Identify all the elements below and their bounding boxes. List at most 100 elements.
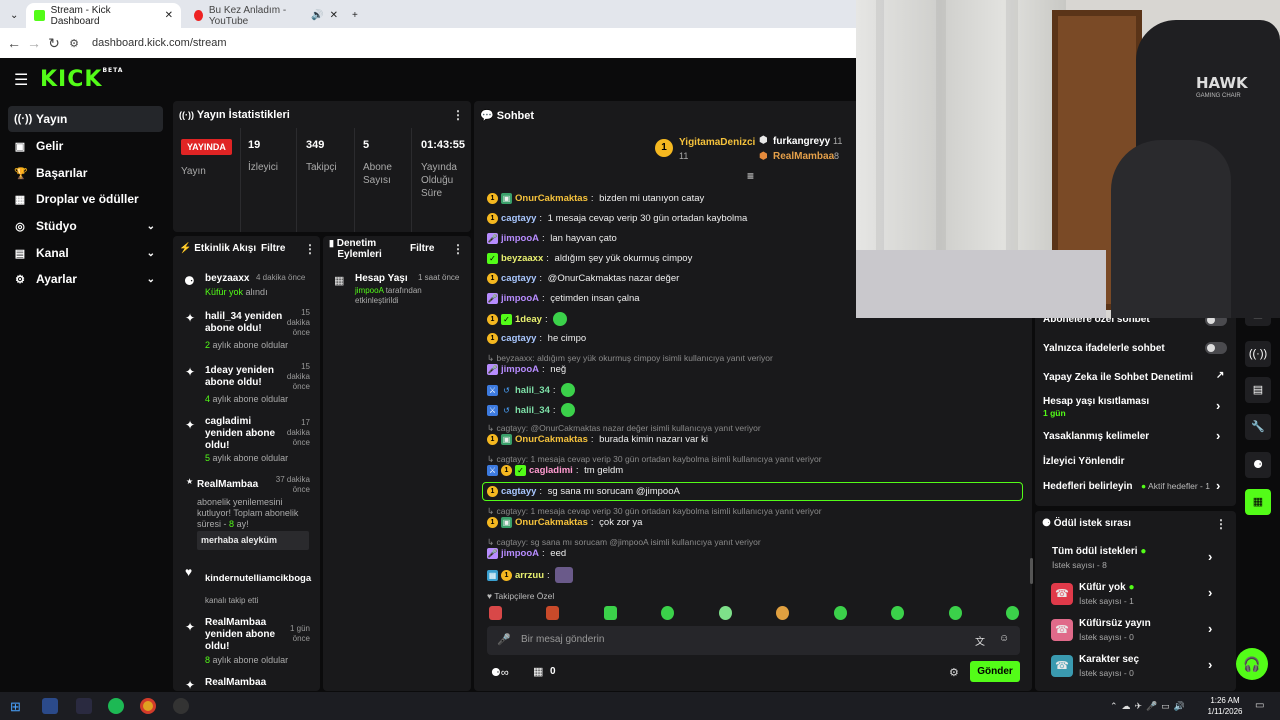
mic-icon: 🎤	[497, 634, 511, 646]
reward-phone-icon: ☎	[1051, 655, 1073, 677]
bolt-icon: ⚡	[179, 243, 192, 254]
reward-kufur-yok[interactable]: Küfür yok ●	[1079, 582, 1135, 593]
emote-icon[interactable]	[546, 606, 560, 620]
calendar-icon: ▦	[334, 275, 345, 287]
chevron-right-icon[interactable]: ›	[1208, 585, 1212, 600]
chevron-right-icon[interactable]: ›	[1216, 428, 1220, 443]
chevron-right-icon[interactable]: ›	[1216, 478, 1220, 493]
points-icon[interactable]: ⚈∞	[491, 666, 509, 679]
viewers-label: İzleyici	[248, 162, 279, 173]
tab-youtube[interactable]: Bu Kez Anladım - YouTube 🔊 ✕	[186, 3, 346, 28]
site-info-icon[interactable]: ⚙	[64, 37, 84, 50]
kick-logo[interactable]: KICKBETA	[40, 67, 123, 92]
sidebar-item-kanal[interactable]: ▤ Kanal ⌄	[8, 240, 163, 266]
channel-icon: ▤	[14, 247, 26, 260]
emote-icon[interactable]	[1005, 606, 1019, 620]
stats-menu-icon[interactable]: ⋮	[452, 108, 464, 122]
top-gifter-2-count: 11	[833, 136, 843, 146]
forward-icon[interactable]: →	[24, 35, 44, 51]
sparkle-icon: ✦	[185, 365, 196, 379]
sidebar-item-yayin[interactable]: ((·)) Yayın	[8, 106, 163, 132]
emote-icon[interactable]	[948, 606, 962, 620]
chevron-right-icon[interactable]: ›	[1216, 398, 1220, 413]
moderation-menu-icon[interactable]: ⋮	[452, 242, 464, 256]
wrench-icon[interactable]: 🔧	[1245, 414, 1271, 440]
gift-icon[interactable]: ⚈	[1245, 452, 1271, 478]
url-field[interactable]: dashboard.kick.com/stream	[92, 37, 227, 49]
reply-context: ↳ cagtayy: 1 mesaja cevap verip 30 gün o…	[487, 506, 822, 516]
emote-icon[interactable]	[833, 606, 847, 620]
all-rewards-count: İstek sayısı - 8	[1052, 560, 1107, 570]
close-tab-icon[interactable]: ✕	[330, 10, 338, 21]
banned-words-label[interactable]: Yasaklanmış kelimeler	[1043, 431, 1149, 442]
sidebar-item-ayarlar[interactable]: ⚙ Ayarlar ⌄	[8, 266, 163, 292]
activity-title: ⚡ Etkinlik Akışı	[179, 243, 257, 254]
app-icon[interactable]	[76, 698, 92, 714]
external-link-icon[interactable]: ↗	[1216, 370, 1224, 381]
chevron-right-icon[interactable]: ›	[1208, 549, 1212, 564]
spotify-icon[interactable]	[108, 698, 124, 714]
activity-menu-icon[interactable]: ⋮	[304, 242, 316, 256]
close-tab-icon[interactable]: ✕	[165, 10, 173, 21]
notification-icon[interactable]: ▭	[1255, 700, 1264, 711]
app-icon[interactable]	[42, 698, 58, 714]
back-icon[interactable]: ←	[4, 35, 24, 51]
expand-pinned-icon[interactable]: ≡	[747, 169, 754, 183]
chrome-icon[interactable]	[140, 698, 156, 714]
tab-kick-dashboard[interactable]: Stream - Kick Dashboard ✕	[26, 3, 181, 28]
account-age-label[interactable]: Hesap yaşı kısıtlaması	[1043, 396, 1149, 407]
reward-karakter-sec[interactable]: Karakter seç	[1079, 654, 1139, 665]
ai-moderation-label[interactable]: Yapay Zeka ile Sohbet Denetimi	[1043, 372, 1193, 383]
windows-start-icon[interactable]: ⊞	[10, 699, 21, 715]
emote-icon[interactable]	[776, 606, 790, 620]
sparkle-icon: ✦	[185, 678, 196, 692]
sparkle-icon: ✦	[185, 418, 196, 432]
chat-scrollbar[interactable]	[1030, 558, 1033, 584]
sidebar-item-droplar[interactable]: ▦ Droplar ve ödüller	[8, 186, 163, 212]
reward-menu-icon[interactable]: ⋮	[1215, 517, 1227, 531]
translate-icon[interactable]: 文	[975, 633, 985, 648]
emote-icon[interactable]	[603, 606, 617, 620]
chevron-right-icon[interactable]: ›	[1208, 621, 1212, 636]
activity-filter-button[interactable]: Filtre	[261, 243, 285, 254]
gift-icon: ⚈	[1042, 518, 1051, 529]
moderation-filter-button[interactable]: Filtre	[410, 243, 434, 254]
support-headset-icon[interactable]: 🎧	[1236, 648, 1268, 680]
sidebar-item-basarilar[interactable]: 🏆 Başarılar	[8, 160, 163, 186]
emote-bar	[489, 606, 1019, 620]
new-tab-button[interactable]: +	[344, 3, 366, 28]
obs-icon[interactable]	[173, 698, 189, 714]
emote-icon[interactable]	[489, 606, 502, 620]
reload-icon[interactable]: ↻	[44, 35, 64, 52]
layout-icon[interactable]: ▤	[1245, 377, 1271, 403]
emote-icon[interactable]	[891, 606, 905, 620]
broadcast-icon[interactable]: ((·))	[1245, 341, 1271, 367]
tab-list-button[interactable]: ⌄	[2, 3, 22, 28]
chat-message: 🎤 jimpooA: çetimden insan çalna	[487, 293, 640, 304]
sidebar-item-gelir[interactable]: ▣ Gelir	[8, 133, 163, 159]
top-gifter-3-count: 8	[834, 151, 840, 161]
sidebar-item-studyo[interactable]: ◎ Stüdyo ⌄	[8, 213, 163, 239]
activity-message: merhaba aleyküm	[197, 531, 309, 550]
emote-icon[interactable]	[718, 606, 732, 620]
reward-kufursuz-yayin[interactable]: Küfürsüz yayın	[1079, 618, 1151, 629]
clapper-icon[interactable]: ▦	[1245, 489, 1271, 515]
goals-label[interactable]: Hedefleri belirleyin	[1043, 481, 1132, 492]
chevron-right-icon[interactable]: ›	[1208, 657, 1212, 672]
send-button[interactable]: Gönder	[970, 661, 1020, 682]
emotes-only-toggle[interactable]	[1205, 342, 1227, 354]
system-tray-icons[interactable]: ⌃☁✈🎤▭🔊	[1110, 701, 1189, 712]
clock[interactable]: 1:26 AM 1/11/2026	[1205, 695, 1245, 717]
chat-message: 1 ▣ OnurCakmaktas: burada kimin nazarı var…	[487, 434, 708, 445]
chat-input[interactable]: Bir mesaj gönderin	[521, 634, 604, 645]
emoji-picker-icon[interactable]: ☺	[999, 633, 1009, 644]
chat-settings-icon[interactable]: ⚙	[949, 666, 959, 679]
emote-bar-label: ♥ Takipçilere Özel	[487, 591, 555, 601]
reward-phone-icon: ☎	[1051, 583, 1073, 605]
hamburger-menu-icon[interactable]: ☰	[14, 70, 28, 90]
live-label: Yayın	[181, 166, 206, 177]
raid-label[interactable]: İzleyici Yönlendir	[1043, 456, 1125, 467]
all-rewards-label[interactable]: Tüm ödül istekleri ●	[1052, 546, 1146, 557]
emote-icon[interactable]	[661, 606, 675, 620]
rank-1-badge: 1	[655, 139, 673, 157]
